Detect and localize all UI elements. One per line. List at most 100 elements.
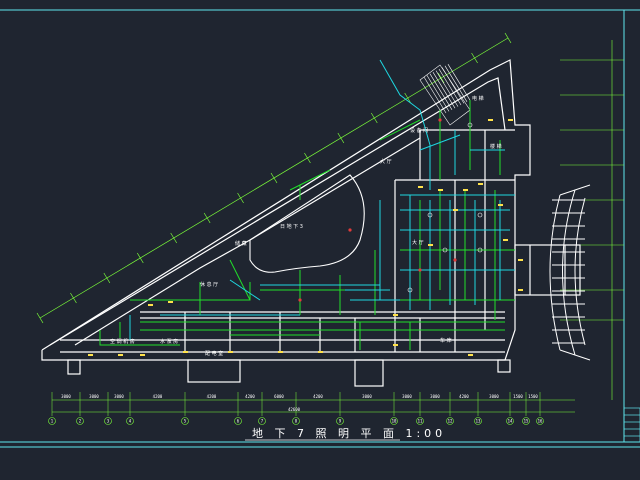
axis-bubble-label: 5	[184, 419, 187, 424]
dimension-tick	[304, 152, 311, 164]
title-block	[623, 407, 640, 443]
building-walls	[41, 59, 581, 387]
distribution-circuits	[129, 59, 515, 340]
room-label: 休 息 厅	[200, 281, 218, 288]
dimension-tick	[437, 72, 445, 84]
axis-bubble-label: 8	[295, 419, 298, 424]
fixture-marker	[393, 344, 398, 346]
axis-bubble-label: 4	[129, 419, 132, 424]
fixture-marker	[438, 118, 442, 122]
dimension-text: 3000	[489, 394, 499, 399]
axis-bubble-label: 16	[538, 419, 543, 424]
axis-bubble-label: 9	[339, 419, 342, 424]
distribution-wire	[379, 59, 431, 190]
atrium-label: 日 地 下 3	[280, 223, 303, 230]
axis-bubble-label: 6	[237, 419, 240, 424]
fixture-marker	[88, 354, 93, 356]
fixture-marker	[518, 259, 523, 261]
dimension-text: 3000	[89, 394, 99, 399]
dimension-text: 3000	[61, 394, 71, 399]
dimension-tick	[504, 32, 512, 44]
dimension-text: 1500	[528, 394, 538, 399]
fixture-marker	[518, 289, 523, 291]
dimension-text: 6000	[274, 394, 284, 399]
curved-canopy	[549, 184, 591, 361]
fixture-marker	[118, 354, 123, 356]
fixture-marker	[428, 244, 433, 246]
fixture-marker	[503, 239, 508, 241]
dimension-tick	[270, 172, 278, 184]
dimension-tick	[337, 132, 345, 144]
fixture-marker	[140, 354, 145, 356]
dimension-text: 3000	[430, 394, 440, 399]
dimension-tick	[70, 292, 77, 304]
distribution-wire	[260, 284, 381, 300]
fixture-marker	[418, 186, 423, 188]
fixture-marker	[498, 204, 503, 206]
fixture-marker	[148, 304, 153, 306]
drawing-frame	[0, 9, 640, 448]
dimension-tick	[170, 232, 178, 244]
room-label: 设 备 间	[410, 127, 428, 134]
top-stair	[419, 64, 471, 126]
room-label: 储 藏	[235, 240, 247, 247]
fixture-marker	[478, 183, 483, 185]
fixture-marker	[477, 212, 483, 218]
axis-bubble-label: 14	[508, 419, 513, 424]
lighting-wire	[229, 259, 251, 301]
room-label: 水 泵 房	[160, 338, 178, 345]
dimension-tick	[370, 112, 378, 124]
dimension-text: 4200	[153, 394, 163, 399]
dimension-tick	[203, 212, 211, 224]
lighting-wire	[130, 282, 251, 301]
dimension-text: 1500	[513, 394, 523, 399]
dimension-text: 3000	[402, 394, 412, 399]
fixture-marker	[438, 189, 443, 191]
fixture-marker	[278, 351, 283, 353]
room-label: 空 调 机 房	[110, 338, 135, 345]
dimension-tick	[103, 272, 111, 284]
fixture-marker	[468, 354, 473, 356]
atrium	[249, 174, 365, 273]
fixture-marker	[488, 119, 493, 121]
fixture-marker	[453, 209, 458, 211]
fixture-marker	[183, 351, 188, 353]
room-label: 配 电 室	[205, 350, 223, 357]
fixture-marker	[508, 119, 513, 121]
room-label: 楼 梯	[490, 143, 502, 150]
light-fixtures	[88, 118, 523, 356]
dimension-tick	[404, 92, 412, 104]
fixture-marker	[418, 268, 422, 272]
room-label: 大 厅	[412, 239, 424, 246]
room-label: 大 厅	[380, 158, 392, 165]
fixture-marker	[318, 351, 323, 353]
axis-bubble-label: 15	[524, 419, 529, 424]
fixture-marker	[393, 314, 398, 316]
dimension-tick	[136, 252, 144, 264]
dimension-text: 4200	[313, 394, 323, 399]
dimension-tick	[36, 312, 44, 324]
dimension-text: 4200	[459, 394, 469, 399]
dimension-text: 3000	[114, 394, 124, 399]
distribution-wire	[229, 279, 261, 301]
axis-bubble-label: 7	[261, 419, 264, 424]
room-label: 电 梯	[472, 95, 484, 102]
axis-bubble-label: 10	[392, 419, 397, 424]
fixture-marker	[463, 189, 468, 191]
drawing-title: 地 下 7 照 明 平 面 1:00	[252, 427, 446, 440]
right-schedule-lines	[560, 40, 624, 400]
fixture-marker	[298, 298, 302, 302]
room-label: 车 库	[440, 337, 452, 344]
dimension-text: 4200	[245, 394, 255, 399]
axis-bubble-label: 1	[51, 419, 54, 424]
dimension-tick	[471, 52, 478, 64]
dimension-tick	[237, 192, 244, 204]
axis-bubble-label: 3	[107, 419, 110, 424]
fixture-marker	[348, 228, 352, 232]
axis-bubble-label: 13	[476, 419, 481, 424]
fixture-marker	[453, 258, 457, 262]
total-dimension: 42600	[288, 407, 301, 412]
dimension-text: 4200	[207, 394, 217, 399]
axis-dimension-chain: 3000 3000 3000 4200 4200 4200 6000 4200 3000 3000…	[48, 392, 575, 425]
axis-bubble-label: 11	[418, 419, 423, 424]
